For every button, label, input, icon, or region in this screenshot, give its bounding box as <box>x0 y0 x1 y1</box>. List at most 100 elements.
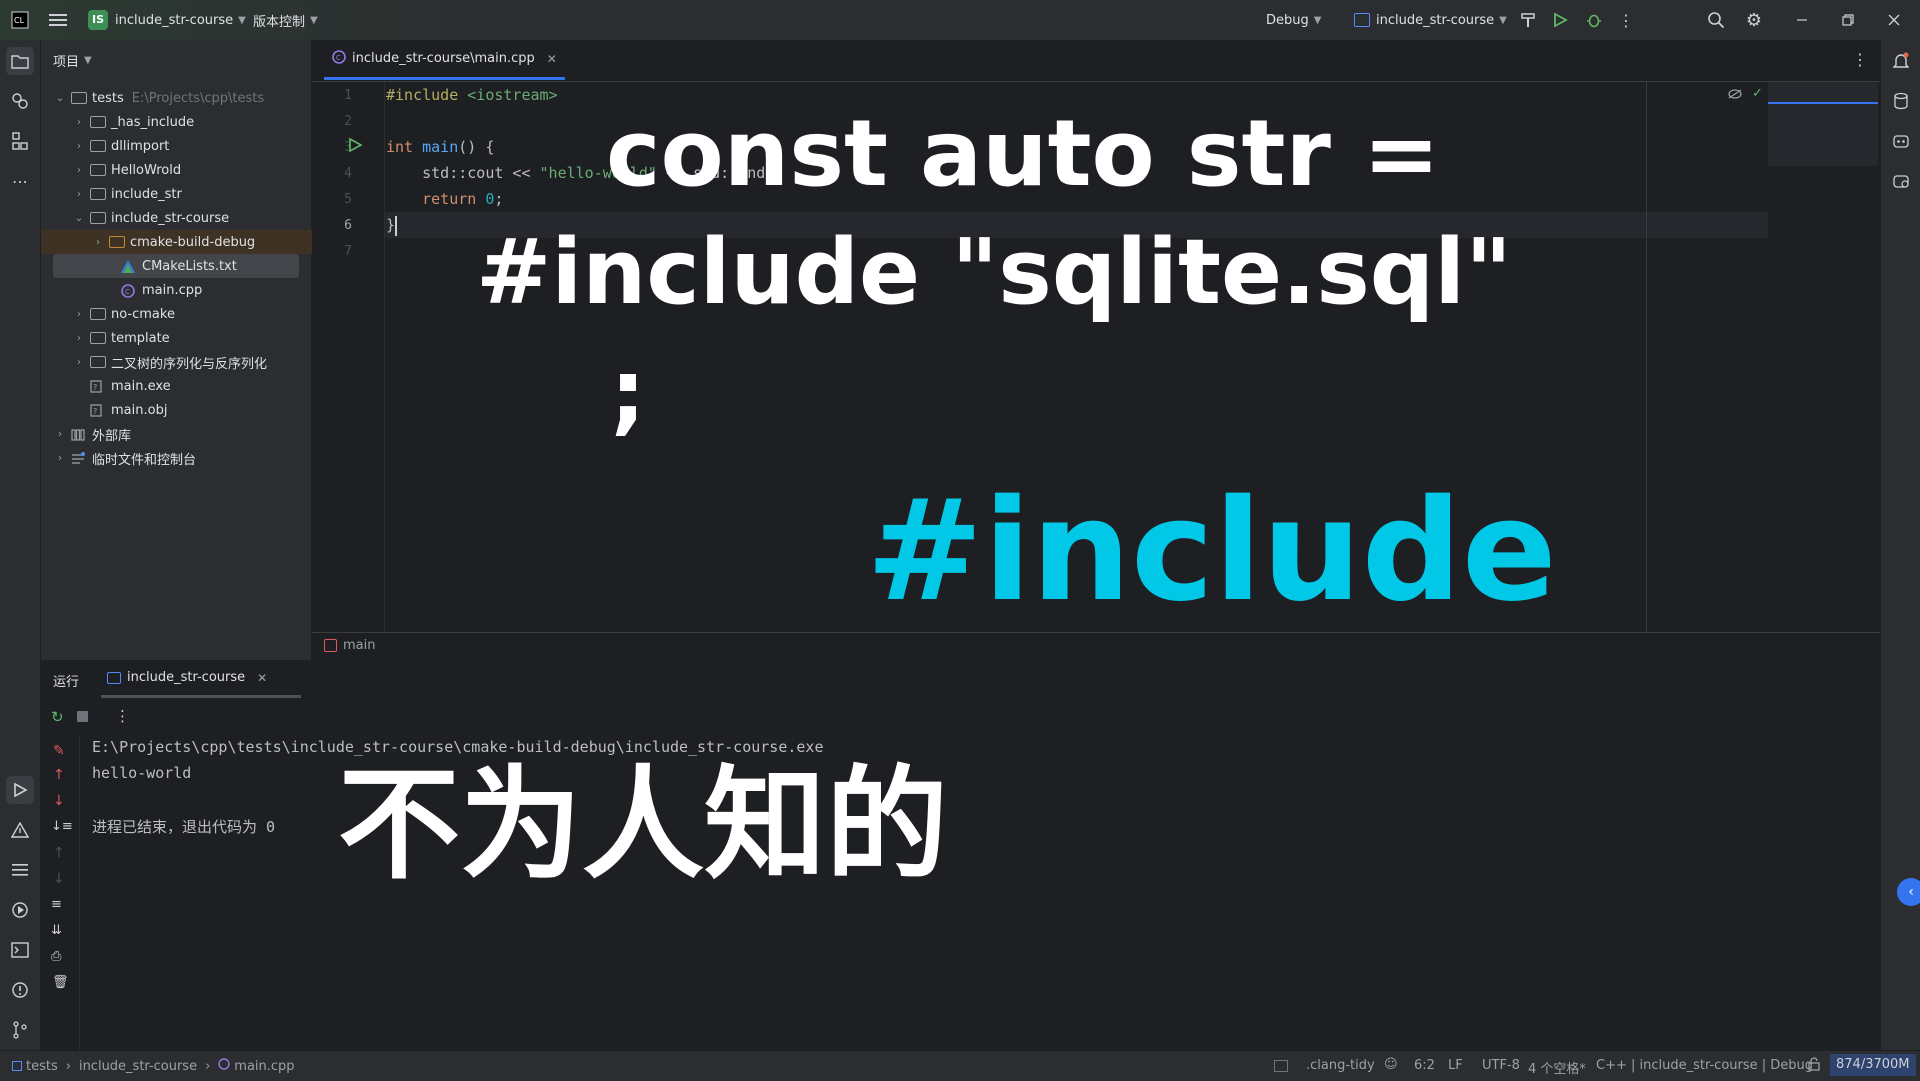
project-switcher[interactable]: IS include_str-course ▼ <box>88 0 246 40</box>
notifications-bell-icon[interactable] <box>1887 47 1915 75</box>
tree-item-template[interactable]: › template <box>41 326 342 350</box>
restore-icon[interactable] <box>1836 0 1860 40</box>
minimap[interactable] <box>1768 82 1878 166</box>
run-tool-icon[interactable] <box>6 776 34 804</box>
status-crumb[interactable]: include_str-course <box>79 1059 197 1074</box>
status-breadcrumb[interactable]: tests › include_str-course › main.cpp <box>12 1058 295 1074</box>
ai-status-icon[interactable]: ☺ <box>1384 1057 1398 1072</box>
editor-breadcrumb[interactable]: main <box>324 638 375 653</box>
tree-label: include_str-course <box>111 210 230 226</box>
problems-warning-icon[interactable] <box>6 816 34 844</box>
editor-gutter: 1 2 3 4 5 6 7 <box>312 82 384 632</box>
git-branch-icon[interactable] <box>6 1016 34 1044</box>
more-horizontal-icon[interactable]: ⋯ <box>6 167 34 195</box>
status-memory[interactable]: 874/3700M <box>1830 1054 1916 1076</box>
close-tab-icon[interactable]: ✕ <box>257 671 267 685</box>
lock-icon[interactable] <box>1808 1057 1820 1075</box>
tree-item-include-str-course[interactable]: ⌄ include_str-course <box>41 206 342 230</box>
tree-item-dllimport[interactable]: › dllimport <box>41 134 342 158</box>
target-selector[interactable]: include_str-course ▼ <box>1354 0 1507 40</box>
status-crumb[interactable]: tests <box>26 1059 58 1074</box>
clear-pencil-icon[interactable]: ✎ <box>53 743 65 759</box>
copilot-icon[interactable] <box>1887 167 1915 195</box>
tree-item-has-include[interactable]: › _has_include <box>41 110 342 134</box>
folder-icon <box>90 164 106 176</box>
status-lint[interactable]: .clang-tidy <box>1306 1058 1375 1073</box>
chevron-down-icon: ▼ <box>1313 14 1322 26</box>
line-number: 4 <box>344 166 352 181</box>
tree-item-no-cmake[interactable]: › no-cmake <box>41 302 342 326</box>
status-crumb[interactable]: main.cpp <box>234 1059 294 1074</box>
rerun-icon[interactable]: ↻ <box>51 708 64 726</box>
plugins-icon[interactable] <box>6 87 34 115</box>
run-config-label: Debug <box>1266 12 1309 28</box>
tree-item-main-exe[interactable]: ? main.exe <box>41 374 356 398</box>
build-hammer-icon[interactable] <box>1516 0 1540 40</box>
chevron-down-icon: ▼ <box>310 14 318 26</box>
function-icon <box>324 639 337 652</box>
vcs-menu[interactable]: 版本控制 ▼ <box>253 0 318 40</box>
run-toolbar: ↻ ⋮ <box>41 700 1880 734</box>
soft-wrap-icon[interactable]: ≡ <box>51 897 62 912</box>
tree-item-main-obj[interactable]: ? main.obj <box>41 398 356 422</box>
right-tool-strip: ‹ <box>1880 40 1920 1050</box>
sort-icon[interactable]: ↓≡ <box>51 819 73 834</box>
status-indent[interactable]: 4 个空格* <box>1528 1058 1586 1077</box>
run-config-selector[interactable]: Debug ▼ <box>1266 0 1321 40</box>
inspection-ok-icon[interactable]: ✓ <box>1752 86 1763 101</box>
terminal-icon[interactable] <box>6 936 34 964</box>
minimize-icon[interactable] <box>1790 0 1814 40</box>
reader-mode-icon[interactable] <box>1728 88 1742 103</box>
status-line-ending[interactable]: LF <box>1448 1058 1463 1073</box>
run-tab[interactable]: include_str-course ✕ <box>101 660 301 698</box>
tree-label: _has_include <box>111 114 195 130</box>
database-icon[interactable] <box>1887 87 1915 115</box>
more-vertical-icon[interactable]: ⋮ <box>115 707 130 725</box>
project-folder-icon[interactable] <box>6 47 34 75</box>
tree-label: include_str <box>111 186 182 202</box>
scroll-to-end-icon[interactable]: ⇊ <box>51 923 62 938</box>
more-vertical-icon[interactable]: ⋮ <box>1616 0 1636 40</box>
close-window-icon[interactable] <box>1882 0 1906 40</box>
trash-icon[interactable]: 🗑 <box>52 975 69 990</box>
cmake-file-icon <box>121 259 137 273</box>
structure-icon[interactable] <box>6 127 34 155</box>
run-panel-header: 运行 include_str-course ✕ <box>41 660 1880 700</box>
tree-root[interactable]: ⌄ tests E:\Projects\cpp\tests <box>41 86 323 110</box>
chevron-right-icon: › <box>77 332 81 344</box>
cpp-file-icon: C <box>332 49 346 68</box>
ai-assistant-icon[interactable] <box>1887 127 1915 155</box>
close-tab-icon[interactable]: ✕ <box>547 52 557 66</box>
settings-gear-icon[interactable]: ⚙ <box>1742 0 1766 40</box>
stop-icon[interactable] <box>77 711 88 722</box>
tree-item-hellowrold[interactable]: › HelloWrold <box>41 158 342 182</box>
search-icon[interactable] <box>1704 0 1728 40</box>
tree-item-cmakelists[interactable]: CMakeLists.txt <box>53 254 299 278</box>
status-encoding[interactable]: UTF-8 <box>1482 1058 1520 1073</box>
left-tool-strip: ⋯ <box>0 40 41 1050</box>
debug-bug-icon[interactable] <box>1582 0 1606 40</box>
status-context[interactable]: C++ | include_str-course | Debug <box>1596 1058 1813 1073</box>
down-arrow-icon[interactable]: ↓ <box>53 793 65 809</box>
tree-label: 二叉树的序列化与反序列化 <box>111 356 268 372</box>
run-gutter-icon[interactable] <box>348 137 363 157</box>
main-menu-icon[interactable] <box>46 0 70 40</box>
status-position[interactable]: 6:2 <box>1414 1058 1435 1073</box>
up-arrow-icon[interactable]: ↑ <box>53 767 65 783</box>
tree-label: main.exe <box>111 378 171 394</box>
chevron-right-icon: › <box>77 308 81 320</box>
problems-info-icon[interactable] <box>6 976 34 1004</box>
services-icon[interactable] <box>6 896 34 924</box>
project-panel-header[interactable]: 项目 ▼ <box>53 51 92 70</box>
todo-list-icon[interactable] <box>6 856 34 884</box>
tree-item-include-str[interactable]: › include_str <box>41 182 342 206</box>
tree-item-binary-tree[interactable]: › 二叉树的序列化与反序列化 <box>41 350 342 374</box>
run-icon[interactable] <box>1548 0 1572 40</box>
editor-tab-main-cpp[interactable]: C include_str-course\main.cpp ✕ <box>324 40 565 80</box>
breadcrumb-label: main <box>343 638 376 653</box>
collapse-arrow-icon[interactable]: ‹ <box>1897 878 1920 906</box>
tree-item-scratches[interactable]: › 临时文件和控制台 <box>41 446 323 470</box>
tab-options-icon[interactable]: ⋮ <box>1852 50 1868 69</box>
tree-item-external-libs[interactable]: › 外部库 <box>41 422 323 446</box>
print-icon[interactable]: ⎙ <box>51 949 61 964</box>
